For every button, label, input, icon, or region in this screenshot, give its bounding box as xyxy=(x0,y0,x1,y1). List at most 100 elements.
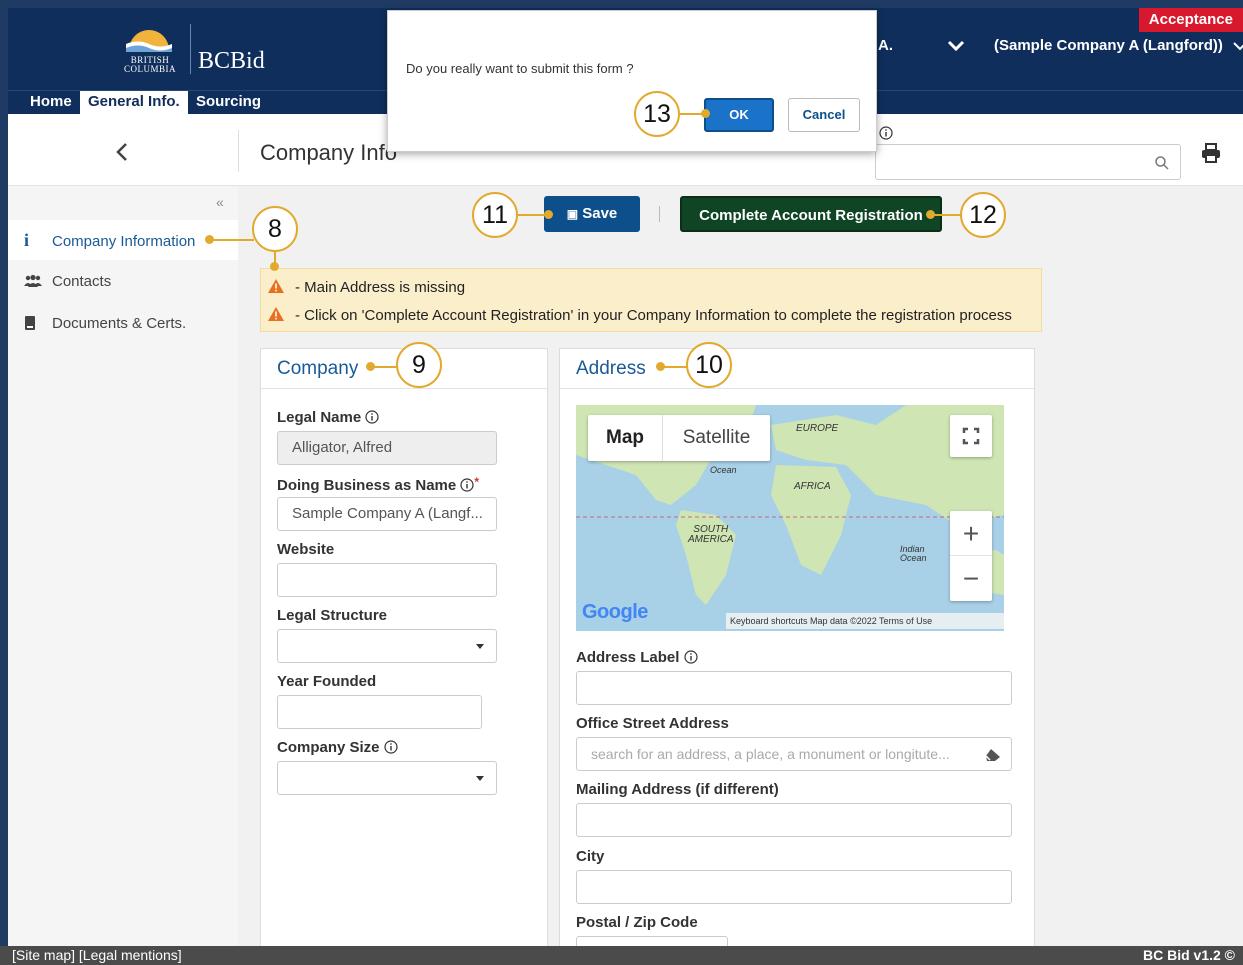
info-icon xyxy=(365,410,379,424)
map-attribution[interactable]: Keyboard shortcuts Map data ©2022 Terms … xyxy=(726,613,1004,629)
info-icon xyxy=(384,740,398,754)
city-field[interactable] xyxy=(576,870,1012,904)
info-icon xyxy=(683,650,698,664)
nav-sourcing[interactable]: Sourcing xyxy=(188,91,269,115)
zoom-controls: + − xyxy=(950,511,992,601)
zoom-in-button[interactable]: + xyxy=(950,511,992,556)
callout-10: 10 xyxy=(686,342,732,388)
environment-badge: Acceptance xyxy=(1138,8,1243,32)
eraser-icon[interactable] xyxy=(985,748,1001,762)
google-logo: Google xyxy=(582,601,648,623)
complete-registration-button[interactable]: Complete Account Registration xyxy=(680,196,942,232)
chevron-left-icon[interactable] xyxy=(112,140,132,164)
website-field[interactable] xyxy=(277,563,497,597)
company-size-select[interactable] xyxy=(277,761,497,795)
fullscreen-button[interactable] xyxy=(950,415,992,457)
dba-label: Doing Business as Name * xyxy=(277,475,480,494)
callout-line xyxy=(518,214,546,216)
legal-name-field: Alligator, Alfred xyxy=(277,431,497,465)
office-street-field[interactable]: search for an address, a place, a monume… xyxy=(576,737,1012,771)
map-label: Indian Ocean xyxy=(900,544,927,563)
dialog-message: Do you really want to submit this form ? xyxy=(406,61,634,76)
bc-logo[interactable]: BRITISH COLUMBIA xyxy=(112,22,188,80)
warning-alert: - Main Address is missing - Click on 'Co… xyxy=(260,268,1042,332)
callout-dot xyxy=(270,262,279,271)
company-size-label: Company Size xyxy=(277,739,398,756)
map-label: SOUTH AMERICA xyxy=(688,524,734,545)
logo-text: BRITISH COLUMBIA xyxy=(123,55,176,74)
mailing-address-field[interactable] xyxy=(576,803,1012,837)
year-founded-field[interactable] xyxy=(277,695,482,729)
card-title: Address xyxy=(576,358,646,379)
window-frame-top xyxy=(0,0,1243,8)
info-icon xyxy=(879,126,893,140)
address-map[interactable]: Map Satellite EUROPE Ocean AFRICA SOUTH A… xyxy=(576,405,1004,631)
office-street-label: Office Street Address xyxy=(576,715,729,732)
info-icon xyxy=(460,478,475,492)
card-header: Address xyxy=(560,349,1034,389)
sidebar: « i Company Information Contacts Document… xyxy=(8,186,238,946)
dba-field[interactable]: Sample Company A (Langf... xyxy=(277,497,497,531)
map-tab[interactable]: Map xyxy=(588,415,662,461)
sidebar-item-company-information[interactable]: i Company Information xyxy=(8,220,238,260)
nav-general-info[interactable]: General Info. xyxy=(80,91,188,115)
toolbar-divider xyxy=(659,206,660,222)
cancel-button[interactable]: Cancel xyxy=(788,98,860,132)
sidebar-item-label: Documents & Certs. xyxy=(52,315,187,332)
ok-button[interactable]: OK xyxy=(704,98,774,132)
legal-structure-label: Legal Structure xyxy=(277,607,388,624)
address-card: Address Map Satellite EUROPE Ocean AFRIC… xyxy=(559,348,1035,965)
confirm-dialog: Do you really want to submit this form ?… xyxy=(387,10,877,152)
callout-dot xyxy=(701,109,710,118)
satellite-tab[interactable]: Satellite xyxy=(662,415,770,461)
legal-structure-select[interactable] xyxy=(277,629,497,663)
page-title: Company Info xyxy=(260,140,397,165)
address-label-label: Address Label xyxy=(576,649,698,666)
print-icon[interactable] xyxy=(1200,142,1222,164)
sidebar-item-contacts[interactable]: Contacts xyxy=(8,262,238,302)
fullscreen-icon xyxy=(962,427,980,445)
title-divider xyxy=(238,130,239,172)
callout-dot xyxy=(544,210,553,219)
legal-name-label: Legal Name xyxy=(277,409,379,426)
callout-12: 12 xyxy=(960,192,1006,238)
website-label: Website xyxy=(277,541,335,558)
callout-line xyxy=(933,214,961,216)
footer-links[interactable]: [Site map] [Legal mentions] xyxy=(12,946,182,965)
brand-name: BCBid xyxy=(198,48,265,74)
collapse-sidebar-button[interactable]: « xyxy=(216,194,224,210)
address-label-field[interactable] xyxy=(576,671,1012,705)
map-label: EUROPE xyxy=(796,423,839,434)
alert-line: - Click on 'Complete Account Registratio… xyxy=(267,305,1012,327)
user-name[interactable]: A. xyxy=(878,37,893,54)
sidebar-item-documents[interactable]: Documents & Certs. xyxy=(8,304,238,344)
map-label: AFRICA xyxy=(794,481,831,492)
zoom-out-button[interactable]: − xyxy=(950,556,992,601)
map-label: Ocean xyxy=(710,465,737,475)
save-button[interactable]: ▣ Save xyxy=(544,196,640,232)
users-icon xyxy=(24,274,42,287)
sidebar-item-label: Contacts xyxy=(52,273,112,290)
company-selector[interactable]: (Sample Company A (Langford)) xyxy=(994,37,1223,54)
search-icon[interactable] xyxy=(1154,155,1170,171)
callout-line xyxy=(212,239,254,241)
document-icon xyxy=(25,316,35,330)
callout-13: 13 xyxy=(634,91,680,137)
save-icon: ▣ xyxy=(566,207,579,221)
logo-divider xyxy=(190,24,191,74)
alert-line: - Main Address is missing xyxy=(267,277,465,299)
nav-home[interactable]: Home xyxy=(22,91,80,115)
search-input[interactable] xyxy=(875,144,1181,180)
alert-text: - Main Address is missing xyxy=(295,279,466,296)
map-type-toggle: Map Satellite xyxy=(588,415,770,461)
alert-text: - Click on 'Complete Account Registratio… xyxy=(295,307,1012,324)
warning-icon xyxy=(268,279,284,293)
company-card: Company Legal Name Alligator, Alfred Doi… xyxy=(260,348,548,958)
placeholder-text: search for an address, a place, a monume… xyxy=(591,746,950,762)
caret-down-icon xyxy=(476,644,484,649)
sun-logo-icon xyxy=(126,30,172,52)
city-label: City xyxy=(576,848,605,865)
year-founded-label: Year Founded xyxy=(277,673,377,690)
chevron-down-icon[interactable] xyxy=(944,36,968,56)
chevron-down-icon[interactable] xyxy=(1232,38,1243,54)
